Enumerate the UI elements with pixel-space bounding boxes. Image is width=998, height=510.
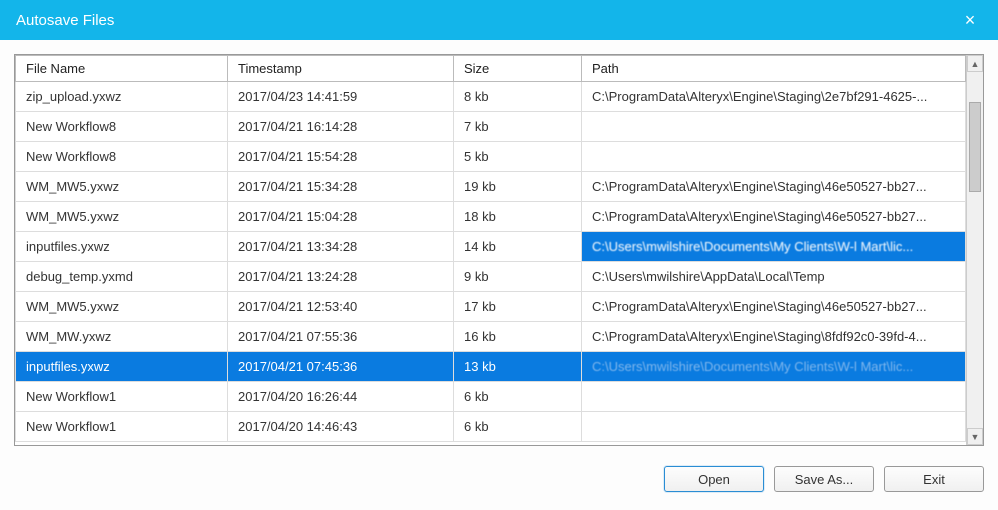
cell-size: 13 kb [454, 352, 582, 382]
titlebar: Autosave Files × [0, 0, 998, 40]
cell-file-name: WM_MW5.yxwz [16, 202, 228, 232]
cell-file-name: WM_MW.yxwz [16, 322, 228, 352]
cell-timestamp: 2017/04/21 07:45:36 [228, 352, 454, 382]
scroll-down-icon[interactable]: ▼ [967, 428, 983, 445]
cell-path: C:\Users\mwilshire\Documents\My Clients\… [582, 352, 966, 382]
cell-path [582, 142, 966, 172]
file-grid[interactable]: File Name Timestamp Size Path zip_upload… [15, 55, 966, 445]
cell-timestamp: 2017/04/23 14:41:59 [228, 82, 454, 112]
cell-size: 8 kb [454, 82, 582, 112]
scroll-up-icon[interactable]: ▲ [967, 55, 983, 72]
cell-path: C:\ProgramData\Alteryx\Engine\Staging\8f… [582, 322, 966, 352]
cell-timestamp: 2017/04/20 14:46:43 [228, 412, 454, 442]
cell-path [582, 412, 966, 442]
cell-timestamp: 2017/04/21 12:53:40 [228, 292, 454, 322]
cell-file-name: New Workflow1 [16, 382, 228, 412]
cell-timestamp: 2017/04/21 15:34:28 [228, 172, 454, 202]
col-header-path[interactable]: Path [582, 56, 966, 82]
scroll-track[interactable] [967, 72, 983, 428]
cell-path: C:\Users\mwilshire\Documents\My Clients\… [582, 232, 966, 262]
cell-path: C:\ProgramData\Alteryx\Engine\Staging\46… [582, 172, 966, 202]
cell-file-name: New Workflow1 [16, 412, 228, 442]
cell-timestamp: 2017/04/21 15:04:28 [228, 202, 454, 232]
cell-size: 14 kb [454, 232, 582, 262]
header-row: File Name Timestamp Size Path [16, 56, 966, 82]
cell-size: 6 kb [454, 412, 582, 442]
table-row[interactable]: zip_upload.yxwz2017/04/23 14:41:598 kbC:… [16, 82, 966, 112]
cell-file-name: debug_temp.yxmd [16, 262, 228, 292]
grid-wrap: File Name Timestamp Size Path zip_upload… [14, 54, 984, 446]
cell-file-name: New Workflow8 [16, 142, 228, 172]
col-header-timestamp[interactable]: Timestamp [228, 56, 454, 82]
table-row[interactable]: debug_temp.yxmd2017/04/21 13:24:289 kbC:… [16, 262, 966, 292]
cell-size: 19 kb [454, 172, 582, 202]
table-row[interactable]: WM_MW5.yxwz2017/04/21 12:53:4017 kbC:\Pr… [16, 292, 966, 322]
cell-path: C:\ProgramData\Alteryx\Engine\Staging\46… [582, 202, 966, 232]
save-as-button[interactable]: Save As... [774, 466, 874, 492]
content-area: File Name Timestamp Size Path zip_upload… [0, 40, 998, 456]
cell-timestamp: 2017/04/20 16:26:44 [228, 382, 454, 412]
cell-path: C:\ProgramData\Alteryx\Engine\Staging\2e… [582, 82, 966, 112]
table-row[interactable]: New Workflow12017/04/20 14:46:436 kb [16, 412, 966, 442]
col-header-size[interactable]: Size [454, 56, 582, 82]
cell-path [582, 382, 966, 412]
cell-file-name: New Workflow8 [16, 112, 228, 142]
table-row[interactable]: inputfiles.yxwz2017/04/21 07:45:3613 kbC… [16, 352, 966, 382]
cell-timestamp: 2017/04/21 15:54:28 [228, 142, 454, 172]
cell-size: 18 kb [454, 202, 582, 232]
button-bar: Open Save As... Exit [0, 456, 998, 510]
table-row[interactable]: New Workflow82017/04/21 16:14:287 kb [16, 112, 966, 142]
cell-size: 7 kb [454, 112, 582, 142]
cell-timestamp: 2017/04/21 13:34:28 [228, 232, 454, 262]
table-row[interactable]: WM_MW5.yxwz2017/04/21 15:04:2818 kbC:\Pr… [16, 202, 966, 232]
cell-file-name: inputfiles.yxwz [16, 232, 228, 262]
cell-path [582, 112, 966, 142]
scroll-thumb[interactable] [969, 102, 981, 192]
table-row[interactable]: inputfiles.yxwz2017/04/21 13:34:2814 kbC… [16, 232, 966, 262]
cell-size: 5 kb [454, 142, 582, 172]
col-header-name[interactable]: File Name [16, 56, 228, 82]
cell-timestamp: 2017/04/21 16:14:28 [228, 112, 454, 142]
vertical-scrollbar[interactable]: ▲ ▼ [966, 55, 983, 445]
cell-path: C:\Users\mwilshire\AppData\Local\Temp [582, 262, 966, 292]
table-row[interactable]: New Workflow82017/04/21 15:54:285 kb [16, 142, 966, 172]
cell-file-name: WM_MW5.yxwz [16, 172, 228, 202]
dialog-window: Autosave Files × File Name Timestamp Siz… [0, 0, 998, 510]
cell-file-name: inputfiles.yxwz [16, 352, 228, 382]
cell-timestamp: 2017/04/21 13:24:28 [228, 262, 454, 292]
table-row[interactable]: New Workflow12017/04/20 16:26:446 kb [16, 382, 966, 412]
exit-button[interactable]: Exit [884, 466, 984, 492]
table-row[interactable]: WM_MW.yxwz2017/04/21 07:55:3616 kbC:\Pro… [16, 322, 966, 352]
cell-size: 16 kb [454, 322, 582, 352]
cell-timestamp: 2017/04/21 07:55:36 [228, 322, 454, 352]
open-button[interactable]: Open [664, 466, 764, 492]
table-row[interactable]: WM_MW5.yxwz2017/04/21 15:34:2819 kbC:\Pr… [16, 172, 966, 202]
cell-size: 17 kb [454, 292, 582, 322]
cell-size: 9 kb [454, 262, 582, 292]
cell-file-name: WM_MW5.yxwz [16, 292, 228, 322]
cell-size: 6 kb [454, 382, 582, 412]
cell-path: C:\ProgramData\Alteryx\Engine\Staging\46… [582, 292, 966, 322]
close-icon[interactable]: × [958, 8, 982, 32]
window-title: Autosave Files [16, 12, 114, 29]
cell-file-name: zip_upload.yxwz [16, 82, 228, 112]
